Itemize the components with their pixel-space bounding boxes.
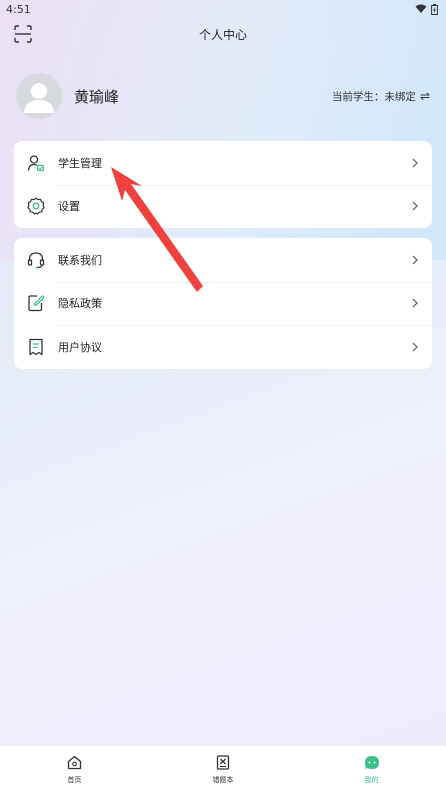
top-bar: 个人中心 [0, 18, 446, 50]
chevron-right-icon [412, 158, 418, 168]
profile-section: 黄瑜峰 当前学生：未绑定 ⇌ [16, 72, 430, 120]
bottom-tab-bar: 首页 错题本 我的 [0, 745, 446, 793]
swap-icon: ⇌ [419, 89, 430, 103]
avatar[interactable] [16, 73, 62, 119]
home-icon [66, 755, 82, 771]
menu-item-label: 联系我们 [58, 253, 102, 267]
avatar-placeholder-icon [24, 83, 54, 113]
tab-wrong-book[interactable]: 错题本 [149, 746, 298, 793]
pen-note-icon [26, 293, 46, 313]
menu-item-student-management[interactable]: 学生管理 [14, 141, 432, 185]
menu-item-user-agreement[interactable]: 用户协议 [14, 325, 432, 369]
menu-item-contact-us[interactable]: 联系我们 [14, 238, 432, 282]
menu-item-label: 隐私政策 [58, 297, 102, 311]
status-time: 4:51 [6, 2, 31, 16]
menu-item-label: 学生管理 [58, 156, 102, 170]
tab-mine[interactable]: 我的 [297, 746, 446, 793]
menu-card-primary: 学生管理 设置 [14, 141, 432, 228]
menu-item-label: 设置 [58, 200, 80, 214]
wrong-book-icon [215, 755, 231, 771]
student-binding-label: 当前学生：未绑定 [331, 90, 416, 103]
gear-icon [26, 196, 46, 216]
page-title: 个人中心 [198, 27, 247, 42]
chat-bubble-icon [364, 755, 380, 771]
wifi-icon [415, 4, 427, 13]
menu-item-settings[interactable]: 设置 [14, 184, 432, 229]
status-bar: 4:51 [0, 0, 446, 18]
chevron-right-icon [412, 201, 418, 211]
chevron-right-icon [412, 299, 418, 308]
tab-label: 错题本 [212, 775, 234, 784]
tab-home[interactable]: 首页 [0, 746, 149, 793]
chevron-right-icon [412, 255, 418, 265]
tab-label: 首页 [67, 775, 82, 784]
user-name: 黄瑜峰 [74, 87, 120, 106]
scan-icon[interactable] [14, 25, 32, 43]
student-icon [26, 153, 46, 173]
status-icons [415, 3, 438, 15]
headset-icon [26, 250, 46, 270]
battery-icon [431, 3, 438, 15]
menu-item-privacy-policy[interactable]: 隐私政策 [14, 281, 432, 326]
student-binding-switch[interactable]: 当前学生：未绑定 ⇌ [332, 89, 430, 104]
document-icon [26, 337, 46, 357]
chevron-right-icon [412, 342, 418, 352]
menu-card-secondary: 联系我们 隐私政策 用户协议 [14, 238, 432, 369]
menu-item-label: 用户协议 [58, 341, 102, 355]
tab-label: 我的 [364, 775, 379, 784]
